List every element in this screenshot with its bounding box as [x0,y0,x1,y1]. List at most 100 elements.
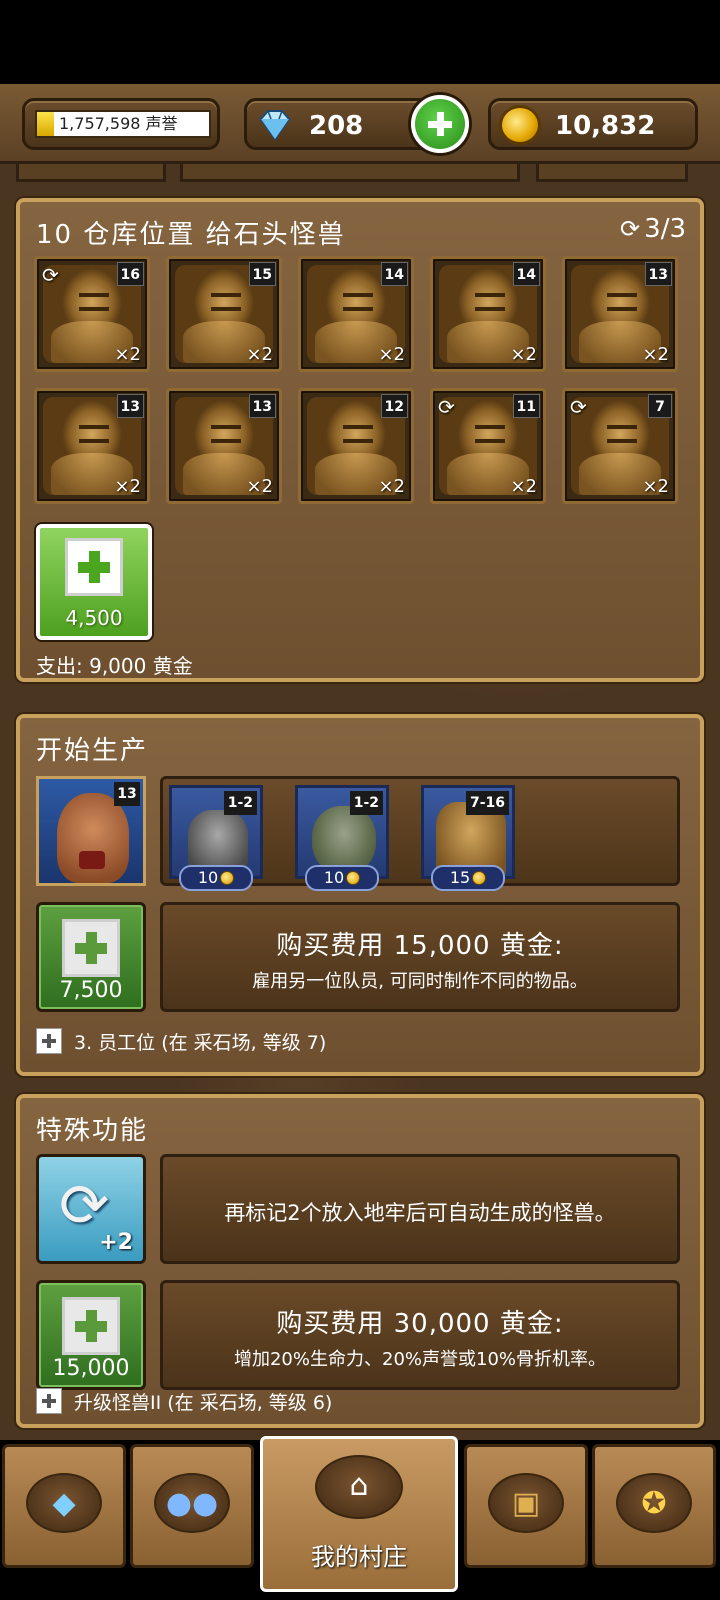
tab-stub [16,164,166,182]
treasure-chest-icon: ▣ [511,1486,541,1521]
upgrade-info[interactable]: 购买费用 30,000 黄金: 增加20%生命力、20%声誉或10%骨折机率。 [160,1280,680,1390]
production-item-troll[interactable]: 1-2 10 [295,785,389,891]
refresh-count-value: 3/3 [644,214,686,244]
storage-slot[interactable]: 14 ×2 [430,256,546,372]
slot-quantity: ×2 [114,476,141,497]
slot-level: 15 [248,262,276,286]
refresh-icon: ⟳ [620,215,641,243]
production-price-value: 10 [323,868,345,887]
plus-icon [62,1297,120,1355]
level-range: 1-2 [349,791,383,815]
fame-progress-fill [37,112,55,136]
worker-mouth [79,851,105,869]
nav-icon-frame: ✪ [616,1473,692,1533]
slot-level: 14 [380,262,408,286]
fame-progress-bar: 1,757,598 声誉 [35,110,211,138]
gold-coin-icon [499,105,541,145]
storage-slot[interactable]: 16 ×2 ⟳ [34,256,150,372]
storage-slot[interactable]: 13 ×2 [562,256,678,372]
nav-tab-village[interactable]: ⌂ 我的村庄 [260,1436,458,1592]
special-panel: 特殊功能 ⟳ +2 再标记2个放入地牢后可自动生成的怪兽。 15,000 购买费… [16,1094,704,1428]
status-bar [0,0,720,84]
nav-tab-team[interactable]: ●● [130,1444,254,1568]
storage-slot[interactable]: 14 ×2 [298,256,414,372]
upgrade-title: 购买费用 30,000 黄金: [276,1309,564,1339]
diamond-icon [259,110,291,141]
hire-worker-button[interactable]: 7,500 [36,902,146,1012]
special-title: 特殊功能 [36,1116,149,1146]
storage-cost: 支出: 9,000 黄金 [36,654,193,678]
plus-icon [36,1388,62,1414]
production-panel: 开始生产 13 1-2 10 1-2 10 7-16 15 7,500 购买费用 15,0… [16,714,704,1076]
slot-quantity: ×2 [378,344,405,365]
orc-worker-face [57,793,129,883]
gold-coin-icon [220,871,235,885]
worker-level: 13 [114,782,140,806]
slot-level: 13 [248,394,276,418]
storage-title: 10 仓库位置 给石头怪兽 [36,220,346,250]
slot-level: 14 [512,262,540,286]
slot-quantity: ×2 [246,344,273,365]
production-item-golem[interactable]: 7-16 15 [421,785,515,891]
gem-counter[interactable]: 208 [244,95,469,153]
storage-slot[interactable]: 13 ×2 [34,388,150,504]
add-storage-slot-button[interactable]: 4,500 [36,524,152,640]
upgrade-requirement-text: 升级怪兽II (在 采石场, 等级 6) [74,1392,333,1414]
nav-icon-frame: ◆ [26,1473,102,1533]
production-price-value: 15 [449,868,471,887]
gold-coin-icon [346,871,361,885]
hire-info[interactable]: 购买费用 15,000 黄金: 雇用另一位队员, 可同时制作不同的物品。 [160,902,680,1012]
upgrade-requirement: 升级怪兽II (在 采石场, 等级 6) [36,1388,332,1415]
refresh-counter[interactable]: ⟳ 3/3 [620,214,686,244]
slot-quantity: ×2 [510,476,537,497]
slot-quantity: ×2 [510,344,537,365]
gem-value: 208 [309,111,364,141]
hire-title: 购买费用 15,000 黄金: [276,931,564,961]
storage-slot[interactable]: 13 ×2 [166,388,282,504]
auto-refresh-icon: ⟳ [570,395,587,419]
slot-level: 11 [512,394,540,418]
slot-level: 13 [116,394,144,418]
upgrade-monster-button[interactable]: 15,000 [36,1280,146,1390]
upgrade-desc: 增加20%生命力、20%声誉或10%骨折机率。 [233,1349,607,1370]
production-queue: 1-2 10 1-2 10 7-16 15 [160,776,680,891]
production-price: 10 [179,865,253,891]
production-price-value: 10 [197,868,219,887]
storage-slot[interactable]: 15 ×2 [166,256,282,372]
buy-gems-button[interactable] [411,95,469,153]
auto-refresh-icon: ⟳ [42,263,59,287]
auto-generate-button[interactable]: ⟳ +2 [36,1154,146,1264]
level-range: 1-2 [223,791,257,815]
plus-icon [36,1028,62,1054]
bottom-nav: ◆ ●● ⌂ 我的村庄 ▣ ✪ [0,1436,720,1600]
gold-coin-icon [472,871,487,885]
fame-counter[interactable]: 1,757,598 声誉 [22,98,220,150]
storage-panel: 10 仓库位置 给石头怪兽 ⟳ 3/3 16 ×2 ⟳ 15 ×2 14 ×2 14 ×2 13 ×2… [16,198,704,682]
slot-quantity: ×2 [378,476,405,497]
auto-badge: +2 [99,1230,133,1255]
plus-icon [65,538,123,596]
hire-price: 7,500 [59,978,123,1003]
worker-portrait[interactable]: 13 [36,776,146,886]
production-price: 10 [305,865,379,891]
nav-icon-frame: ⌂ [315,1455,403,1519]
nav-tab-achievements[interactable]: ✪ [592,1444,716,1568]
auto-info[interactable]: 再标记2个放入地牢后可自动生成的怪兽。 [160,1154,680,1264]
auto-desc: 再标记2个放入地牢后可自动生成的怪兽。 [224,1201,616,1225]
fame-value: 1,757,598 声誉 [59,114,178,133]
slot-quantity: ×2 [114,344,141,365]
nav-icon-frame: ▣ [488,1473,564,1533]
upgrade-price: 15,000 [52,1356,130,1381]
troll-image [312,806,376,874]
auto-refresh-icon: ⟳ [438,395,455,419]
gargoyle-image [188,810,248,872]
storage-slot[interactable]: 7 ×2 ⟳ [562,388,678,504]
storage-slot[interactable]: 12 ×2 [298,388,414,504]
nav-tab-treasure[interactable]: ▣ [464,1444,588,1568]
nav-tab-gems[interactable]: ◆ [2,1444,126,1568]
gold-counter[interactable]: 10,832 [488,98,698,150]
production-item-gargoyle[interactable]: 1-2 10 [169,785,263,891]
slot-level: 16 [116,262,144,286]
tab-stub [536,164,688,182]
storage-slot[interactable]: 11 ×2 ⟳ [430,388,546,504]
